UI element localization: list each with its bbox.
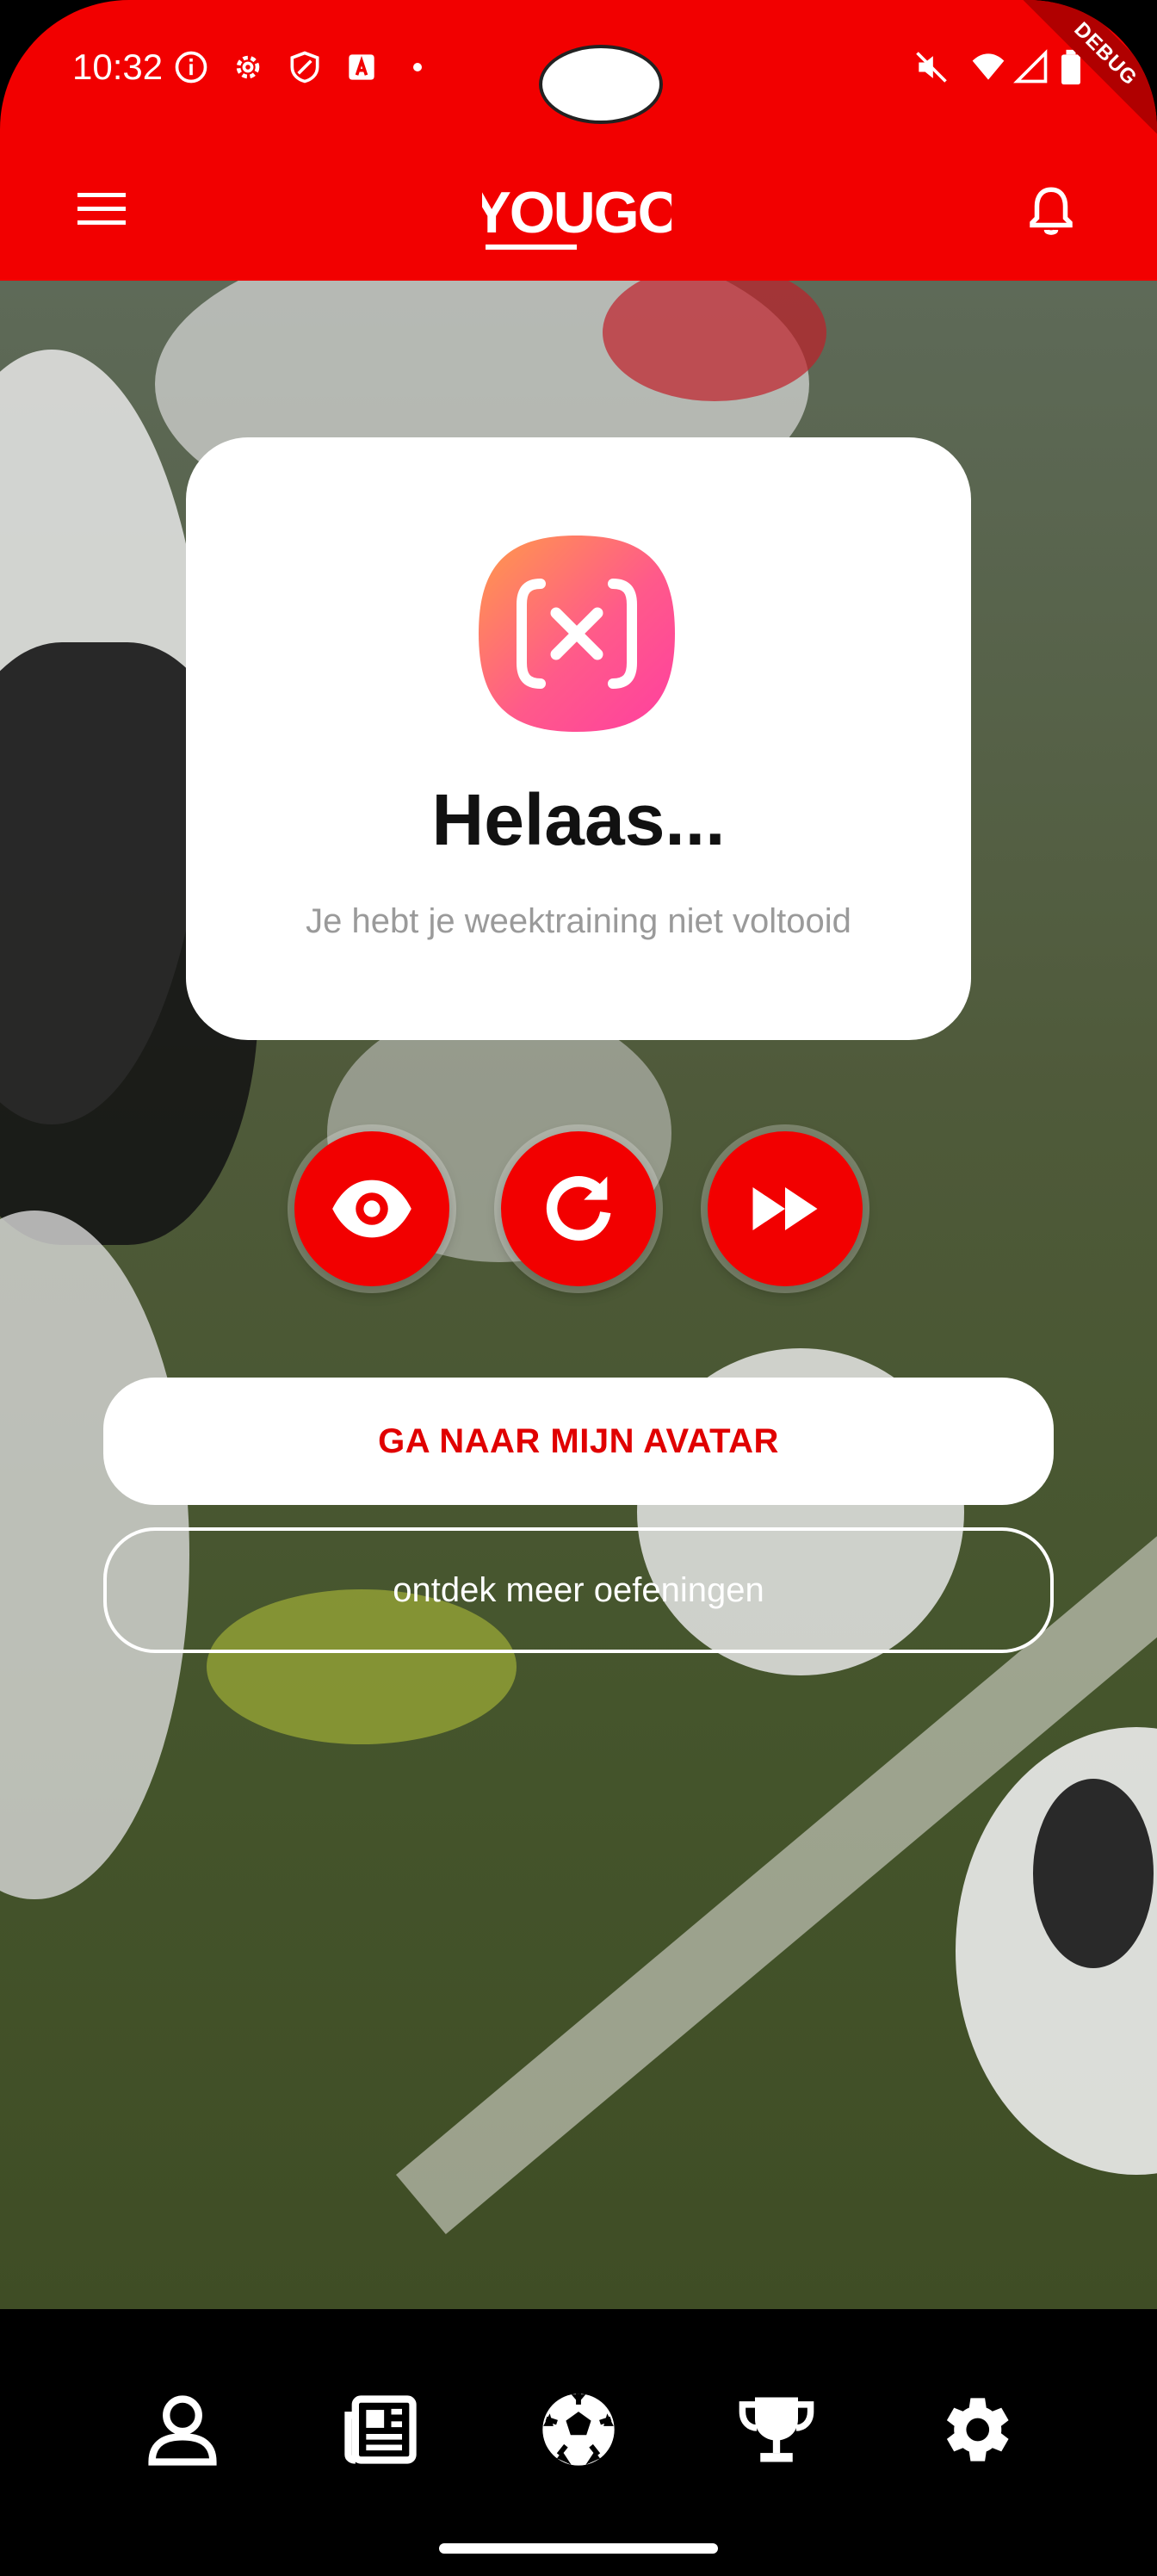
refresh-icon (546, 1176, 611, 1241)
bottom-navigation (0, 2309, 1157, 2576)
settings-icon[interactable] (931, 2387, 1018, 2473)
failed-x-icon (479, 536, 675, 732)
eye-icon (332, 1180, 411, 1238)
fast-forward-icon (752, 1187, 818, 1230)
trophy-icon[interactable] (733, 2387, 820, 2473)
go-to-avatar-button[interactable]: GA NAAR MIJN AVATAR (103, 1378, 1054, 1505)
top-bar: 10:32 DEBUG YOUGO (0, 0, 1157, 281)
signal-icon (1013, 49, 1048, 84)
shield-icon (290, 51, 319, 84)
dot-icon (413, 63, 422, 71)
home-indicator[interactable] (439, 2543, 718, 2554)
result-title: Helaas... (431, 779, 726, 860)
status-time: 10:32 (72, 46, 164, 87)
news-icon[interactable] (337, 2387, 424, 2473)
skip-button[interactable] (708, 1131, 863, 1286)
svg-text:YOUGO: YOUGO (482, 180, 671, 245)
camera-cutout (539, 45, 663, 124)
result-subtitle: Je hebt je weektraining niet voltooid (306, 902, 851, 940)
settings-icon (236, 55, 260, 79)
profile-icon[interactable] (139, 2387, 226, 2473)
wifi-icon (972, 53, 1005, 80)
retry-button[interactable] (501, 1131, 656, 1286)
menu-icon[interactable] (76, 189, 129, 229)
app-screen: 10:32 DEBUG YOUGO Helaas... Je hebt je w… (0, 0, 1157, 2576)
yougo-logo: YOUGO (482, 180, 671, 250)
discover-exercises-button[interactable]: ontdek meer oefeningen (103, 1527, 1054, 1653)
result-card: Helaas... Je hebt je weektraining niet v… (186, 437, 971, 1040)
info-icon (175, 51, 207, 84)
football-icon[interactable] (535, 2387, 622, 2473)
a-icon (349, 54, 374, 80)
view-button[interactable] (294, 1131, 449, 1286)
status-bar: 10:32 DEBUG (0, 0, 1157, 142)
mute-icon (916, 52, 947, 83)
bell-icon[interactable] (1023, 181, 1080, 241)
app-bar: YOUGO (0, 138, 1157, 281)
